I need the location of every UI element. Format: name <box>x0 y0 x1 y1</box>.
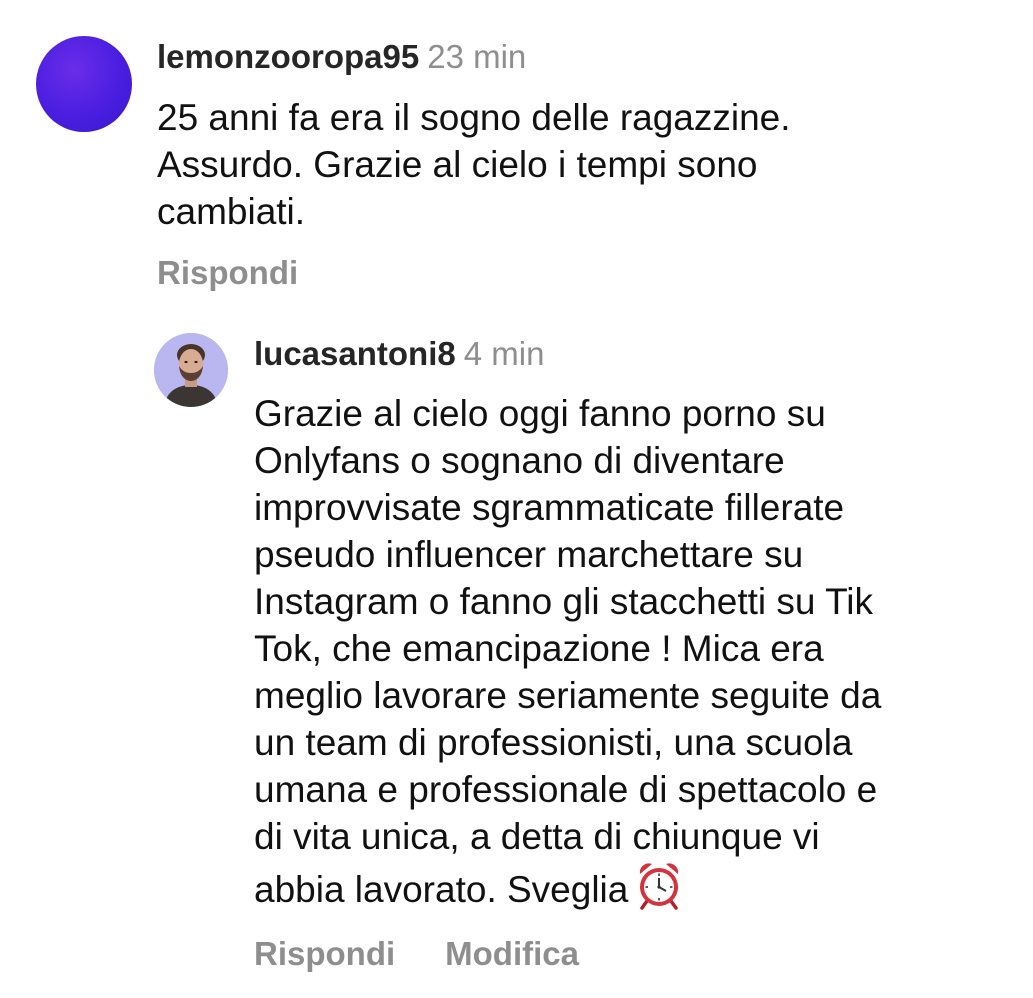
timestamp: 4 min <box>463 335 545 372</box>
comment-text: Grazie al cielo oggi fanno porno su Only… <box>254 393 882 910</box>
timestamp: 23 min <box>427 38 527 75</box>
reply-button[interactable]: Rispondi <box>254 935 395 972</box>
avatar[interactable] <box>154 333 228 407</box>
comment-actions: Rispondi Modifica <box>254 934 579 974</box>
comment-header: lucasantoni8 4 min <box>254 334 544 374</box>
reply-button[interactable]: Rispondi <box>157 254 298 291</box>
profile-photo <box>154 333 228 407</box>
alarm-clock-icon <box>634 860 684 921</box>
comment-body: Grazie al cielo oggi fanno porno su Only… <box>254 390 1014 921</box>
edit-button[interactable]: Modifica <box>445 935 579 972</box>
comment-actions: Rispondi <box>157 253 298 293</box>
avatar[interactable] <box>36 36 132 132</box>
username[interactable]: lucasantoni8 <box>254 335 456 372</box>
comment-text: 25 anni fa era il sogno delle ragazzine.… <box>157 97 791 232</box>
comment-header: lemonzooropa95 23 min <box>157 37 526 77</box>
username[interactable]: lemonzooropa95 <box>157 38 419 75</box>
